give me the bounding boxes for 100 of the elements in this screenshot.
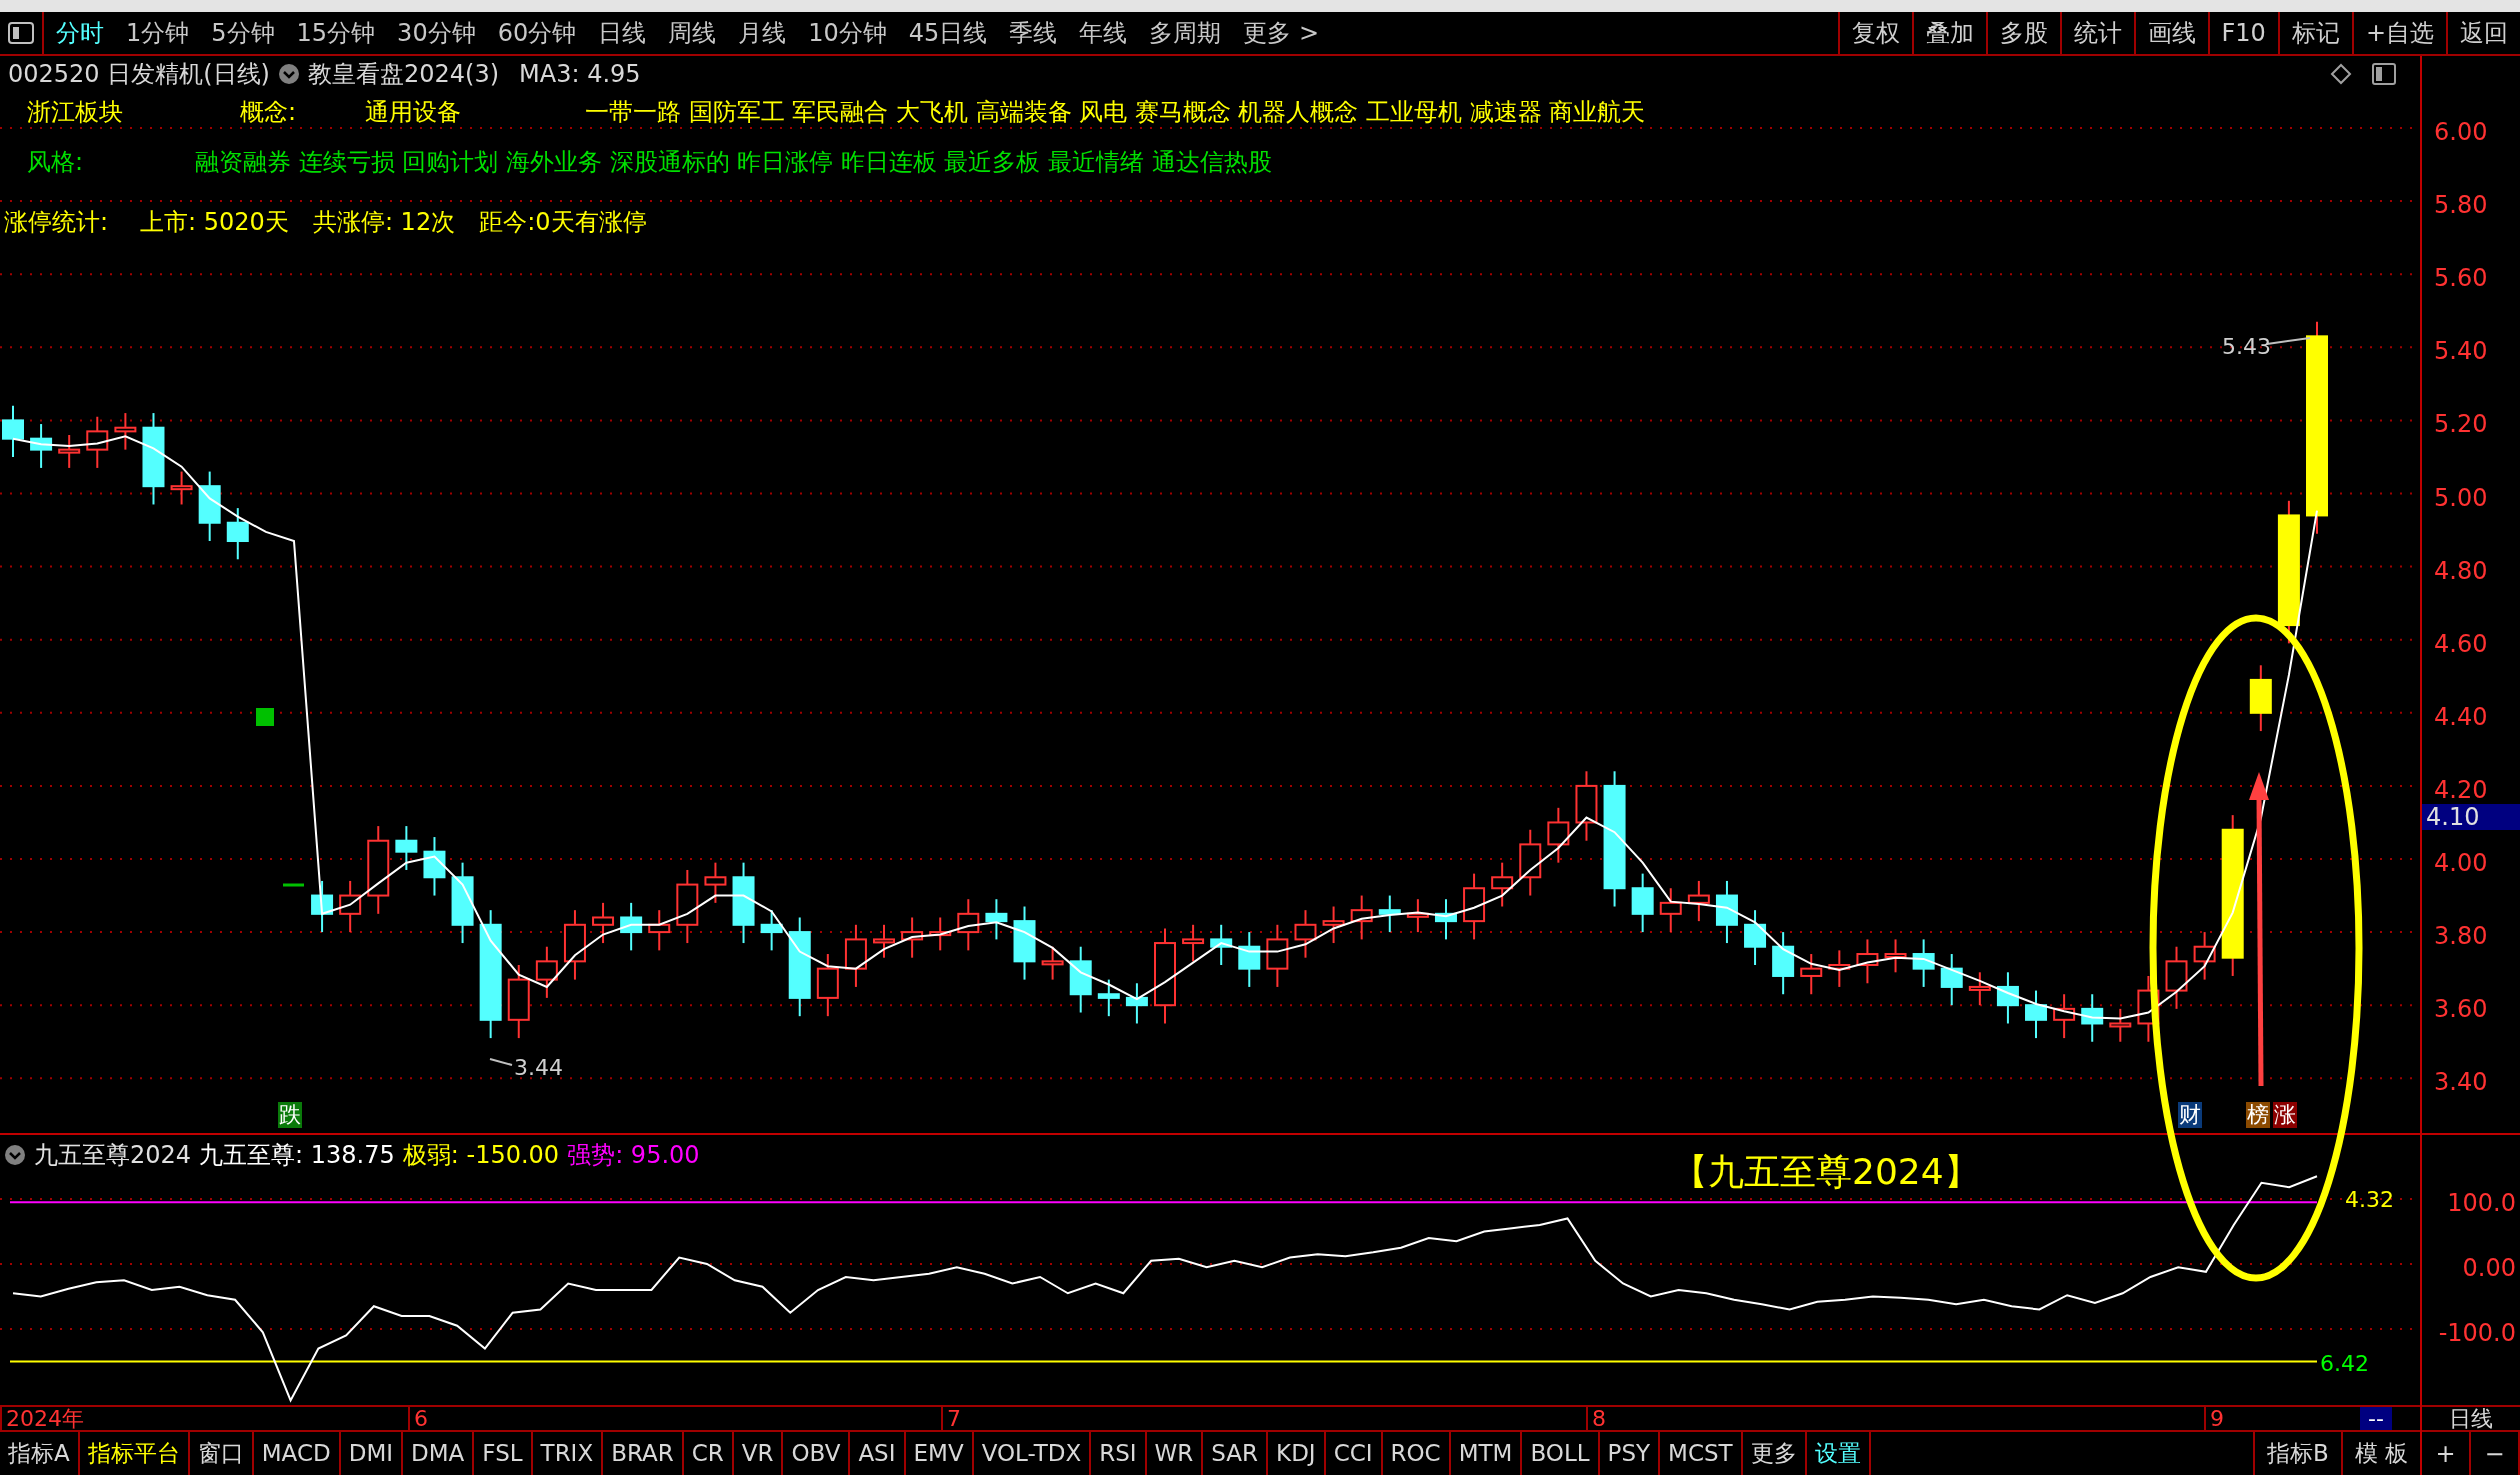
indicator-tab[interactable]: 指标平台 (79, 1432, 190, 1475)
indicator-tab[interactable]: DMA (403, 1432, 475, 1475)
toolbar-button[interactable]: F10 (2207, 12, 2278, 54)
chevron-down-icon[interactable] (4, 1144, 26, 1166)
signal-badge: 跌 (278, 1102, 302, 1128)
price-axis-label: 4.20 (2434, 774, 2488, 806)
indicator-tab[interactable]: CR (683, 1432, 734, 1475)
indicator-tab[interactable]: BRAR (603, 1432, 684, 1475)
indicator-tab[interactable]: MACD (253, 1432, 341, 1475)
low-price-label: 3.44 (514, 1054, 563, 1082)
indicator-tab[interactable]: RSI (1091, 1432, 1147, 1475)
indicator-value: 强势: 95.00 (567, 1140, 700, 1171)
indicator-tab[interactable]: TRIX (532, 1432, 604, 1475)
signal-badge: 榜 (2246, 1102, 2270, 1128)
indicator-tab[interactable]: CCI (1325, 1432, 1383, 1475)
indicator-tab[interactable]: PSY (1599, 1432, 1661, 1475)
toolbar-button[interactable]: 叠加 (1911, 12, 1986, 54)
period-tab[interactable]: 多周期 (1149, 15, 1222, 51)
indicator-tab[interactable]: BOLL (1522, 1432, 1600, 1475)
formula-name: 教皇看盘2024(3) (308, 59, 500, 90)
price-axis-label: 4.40 (2434, 701, 2488, 733)
indicator-tab[interactable]: EMV (905, 1432, 974, 1475)
toolbar-button[interactable]: 统计 (2059, 12, 2134, 54)
indicator-tab[interactable]: VOL-TDX (973, 1432, 1092, 1475)
panel-toggle-icon[interactable] (8, 22, 34, 44)
indicator-axis-label: 0.00 (2462, 1253, 2516, 1284)
indicator-tab[interactable]: DMI (340, 1432, 404, 1475)
chevron-down-icon[interactable] (278, 63, 300, 85)
industry-label: 通用设备 (365, 97, 462, 128)
indicator-tab[interactable]: 指标A (0, 1432, 80, 1475)
date-label: 6 (408, 1407, 428, 1430)
indicator-value: 九五至尊: 138.75 (199, 1140, 395, 1171)
concept-label: 概念: (240, 97, 298, 128)
period-tab[interactable]: 年线 (1079, 15, 1128, 51)
period-tab[interactable]: 分时 (56, 15, 104, 51)
line-end-label: 4.32 (2345, 1186, 2394, 1214)
indicator-tab[interactable]: ASI (850, 1432, 906, 1475)
price-axis-label: 3.60 (2434, 994, 2488, 1026)
signal-badge: 涨 (2273, 1102, 2297, 1128)
period-tab[interactable]: 10分钟 (808, 15, 887, 51)
leader-line (489, 1058, 513, 1066)
toolbar-button[interactable]: 标记 (2277, 12, 2352, 54)
toolbar-button[interactable]: 画线 (2133, 12, 2208, 54)
period-tab[interactable]: 季线 (1009, 15, 1058, 51)
indicator-tab[interactable]: 设置 (1806, 1432, 1871, 1475)
indicator-tab[interactable]: 更多 (1742, 1432, 1807, 1475)
indicator-tab[interactable]: OBV (783, 1432, 851, 1475)
period-tab[interactable]: 日线 (598, 15, 647, 51)
signal-dash-icon (283, 883, 304, 887)
period-tab[interactable]: 更多 > (1243, 15, 1320, 51)
scroll-marker[interactable]: -- (2360, 1407, 2392, 1430)
signal-marker-icon (256, 708, 274, 726)
price-axis-label: 5.60 (2434, 263, 2488, 295)
period-tab[interactable]: 5分钟 (211, 15, 275, 51)
signal-badge: 财 (2178, 1102, 2202, 1128)
date-label: 2024年 (0, 1407, 84, 1430)
period-tab[interactable]: 周线 (668, 15, 717, 51)
indicator-tab[interactable]: 窗口 (189, 1432, 254, 1475)
high-price-label: 5.43 (2222, 333, 2271, 361)
period-tab[interactable]: 30分钟 (397, 15, 476, 51)
price-axis-label: 3.80 (2434, 921, 2488, 953)
line-end-label: 6.42 (2320, 1350, 2369, 1378)
indicator-tab[interactable]: VR (733, 1432, 784, 1475)
stock-title: 002520 日发精机(日线) (8, 59, 270, 90)
period-tab[interactable]: 45日线 (908, 15, 988, 51)
limit-stat: 共涨停: 12次 (312, 207, 456, 238)
period-label: 日线 (2449, 1405, 2493, 1433)
panel-toggle-icon[interactable] (2372, 63, 2396, 85)
zoom-button[interactable]: − (2471, 1432, 2520, 1475)
indicator-tab[interactable]: MCST (1660, 1432, 1743, 1475)
toolbar-button[interactable]: 返回 (2446, 12, 2520, 54)
toolbar-button[interactable]: 多股 (1985, 12, 2060, 54)
indicator-tab[interactable]: ROC (1382, 1432, 1451, 1475)
indicator-tab[interactable]: SAR (1203, 1432, 1269, 1475)
indicator-axis-label: -100.0 (2438, 1318, 2516, 1349)
diamond-icon[interactable] (2330, 63, 2352, 85)
price-axis-label: 6.00 (2434, 117, 2488, 148)
toolbar-button[interactable]: +自选 (2351, 12, 2446, 54)
period-tab[interactable]: 月线 (738, 15, 787, 51)
price-axis-label: 5.20 (2434, 409, 2488, 441)
toolbar-button[interactable]: 复权 (1837, 12, 1912, 54)
zoom-button[interactable]: + (2422, 1432, 2471, 1475)
price-axis-label: 5.80 (2434, 190, 2488, 222)
indicator-tab[interactable]: MTM (1450, 1432, 1523, 1475)
indicator-value: 极弱: -150.00 (402, 1140, 560, 1171)
indicator-tab[interactable]: FSL (474, 1432, 533, 1475)
period-tab[interactable]: 60分钟 (497, 15, 577, 51)
indicator-name: 九五至尊2024 (34, 1140, 192, 1171)
template-button[interactable]: 模 板 (2340, 1432, 2420, 1475)
template-button[interactable]: 指标B (2252, 1432, 2341, 1475)
price-axis-label: 4.80 (2434, 555, 2488, 587)
price-axis-label: 3.40 (2434, 1067, 2488, 1099)
indicator-tab[interactable]: KDJ (1268, 1432, 1326, 1475)
price-axis-label: 4.00 (2434, 848, 2488, 879)
period-tab[interactable]: 15分钟 (296, 15, 376, 51)
period-tab[interactable]: 1分钟 (126, 15, 190, 51)
indicator-tab[interactable]: WR (1146, 1432, 1204, 1475)
region-label: 浙江板块 (27, 97, 124, 128)
price-axis-label: 4.60 (2434, 628, 2488, 660)
chart-annotation: 【九五至尊2024】 (1672, 1150, 1980, 1194)
